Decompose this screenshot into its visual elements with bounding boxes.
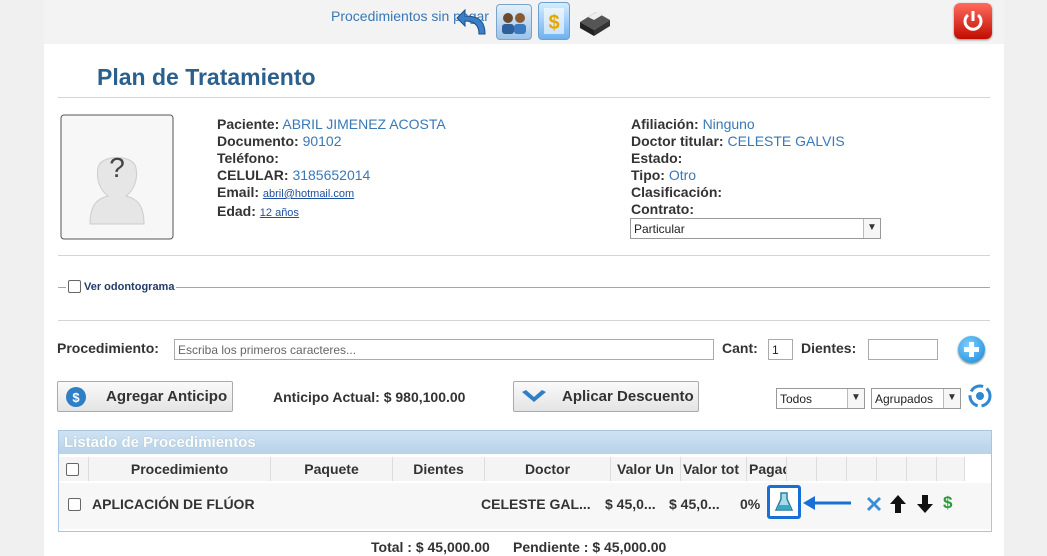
chevron-down-icon: ▼	[863, 219, 880, 238]
tipo-row: Tipo: Otro	[631, 167, 697, 183]
group-select[interactable]: Agrupados ▼	[871, 388, 961, 409]
edad-row: Edad: 12 años	[217, 203, 299, 219]
svg-text:$: $	[548, 12, 559, 34]
dollar-coin-icon: $	[66, 387, 86, 407]
dientes-label: Dientes:	[801, 340, 857, 356]
patient-info-left: Paciente: ABRIL JIMENEZ ACOSTA Documento…	[217, 116, 597, 222]
highlight-arrow-icon	[803, 495, 853, 511]
odontograma-checkbox[interactable]	[68, 280, 81, 293]
payment-dollar-icon[interactable]: $	[943, 493, 959, 515]
delete-x-icon[interactable]	[864, 494, 884, 514]
col-action-2	[817, 457, 847, 481]
add-procedure-icon[interactable]	[958, 336, 985, 363]
col-action-5	[907, 457, 937, 481]
col-valor-unitario[interactable]: Valor Un	[611, 457, 681, 481]
col-procedimiento[interactable]: Procedimiento	[89, 457, 271, 481]
move-down-arrow-icon[interactable]	[916, 494, 934, 514]
patients-icon[interactable]	[496, 4, 532, 40]
col-action-4	[877, 457, 907, 481]
col-valor-total[interactable]: Valor tot	[681, 457, 747, 481]
contrato-select[interactable]: Particular ▼	[630, 218, 881, 239]
page-title: Plan de Tratamiento	[97, 64, 316, 90]
select-all-column	[59, 457, 89, 481]
col-action-3	[847, 457, 877, 481]
documento-row: Documento: 90102	[217, 133, 342, 149]
patient-info-right: Afiliación: Ninguno Doctor titular: CELE…	[631, 116, 961, 218]
clasificacion-row: Clasificación:	[631, 184, 723, 200]
divider	[58, 320, 990, 321]
row-valor-unitario: $ 45,0...	[605, 496, 656, 512]
col-action-1	[787, 457, 817, 481]
afiliacion-row: Afiliación: Ninguno	[631, 116, 755, 132]
celular-row: CELULAR: 3185652014	[217, 167, 371, 183]
chevron-down-icon: ▼	[943, 389, 960, 408]
procedures-grid: Listado de Procedimientos Procedimiento …	[58, 430, 992, 532]
col-doctor[interactable]: Doctor	[485, 457, 611, 481]
divider	[58, 255, 990, 256]
email-link[interactable]: abril@hotmail.com	[263, 188, 354, 200]
aplicar-descuento-button[interactable]: Aplicar Descuento	[513, 381, 699, 412]
svg-text:?: ?	[109, 152, 125, 183]
procedimiento-label: Procedimiento:	[57, 340, 159, 356]
col-paquete[interactable]: Paquete	[271, 457, 393, 481]
contrato-row: Contrato:	[631, 201, 694, 217]
chevron-down-icon: ▼	[847, 389, 864, 408]
printer-icon[interactable]	[576, 2, 612, 38]
row-valor-total: $ 45,0...	[669, 496, 720, 512]
edad-link[interactable]: 12 años	[260, 207, 299, 219]
back-arrow-icon[interactable]	[455, 4, 491, 40]
divider	[58, 97, 990, 98]
total-text: Total : $ 45,000.00	[371, 539, 490, 555]
row-procedimiento: APLICACIÓN DE FLÚOR	[92, 496, 255, 512]
procedimiento-search-input[interactable]: Escriba los primeros caracteres...	[174, 339, 714, 360]
pendiente-text: Pendiente : $ 45,000.00	[513, 539, 667, 555]
col-pagado[interactable]: Pagad	[747, 457, 787, 481]
doctor-titular-row: Doctor titular: CELESTE GALVIS	[631, 133, 845, 149]
dientes-input[interactable]	[868, 339, 938, 360]
col-action-6	[937, 457, 965, 481]
email-row: Email: abril@hotmail.com	[217, 184, 355, 200]
filter-select[interactable]: Todos ▼	[776, 388, 865, 409]
billing-icon[interactable]: $	[538, 2, 570, 40]
patient-avatar: ?	[60, 114, 174, 240]
row-pagado: 0%	[740, 496, 761, 512]
col-dientes[interactable]: Dientes	[393, 457, 485, 481]
refresh-icon[interactable]	[968, 384, 992, 408]
table-row[interactable]: APLICACIÓN DE FLÚOR CELESTE GAL... $ 45,…	[59, 483, 991, 529]
row-checkbox[interactable]	[68, 498, 81, 511]
odontograma-fieldset-line	[58, 287, 990, 288]
top-toolbar: Procedimientos sin pagar $	[44, 0, 1004, 44]
grid-header: Listado de Procedimientos	[59, 431, 991, 454]
row-doctor: CELESTE GAL...	[481, 496, 591, 512]
paciente-row: Paciente: ABRIL JIMENEZ ACOSTA	[217, 116, 446, 132]
cant-input[interactable]: 1	[768, 339, 793, 360]
cant-label: Cant:	[722, 340, 758, 356]
logout-power-button[interactable]	[954, 3, 992, 39]
odontograma-toggle[interactable]: Ver odontograma	[66, 280, 177, 293]
svg-text:$: $	[72, 390, 80, 405]
telefono-row: Teléfono:	[217, 150, 279, 166]
select-all-checkbox[interactable]	[66, 463, 79, 476]
agregar-anticipo-button[interactable]: $ Agregar Anticipo	[57, 381, 233, 412]
page-frame: Procedimientos sin pagar $ Plan de Trata…	[44, 0, 1004, 556]
move-up-arrow-icon[interactable]	[889, 494, 907, 514]
anticipo-actual-text: Anticipo Actual: $ 980,100.00	[273, 389, 466, 405]
estado-row: Estado:	[631, 150, 683, 166]
chevron-down-icon	[522, 390, 546, 402]
lab-flask-icon[interactable]	[767, 485, 801, 519]
